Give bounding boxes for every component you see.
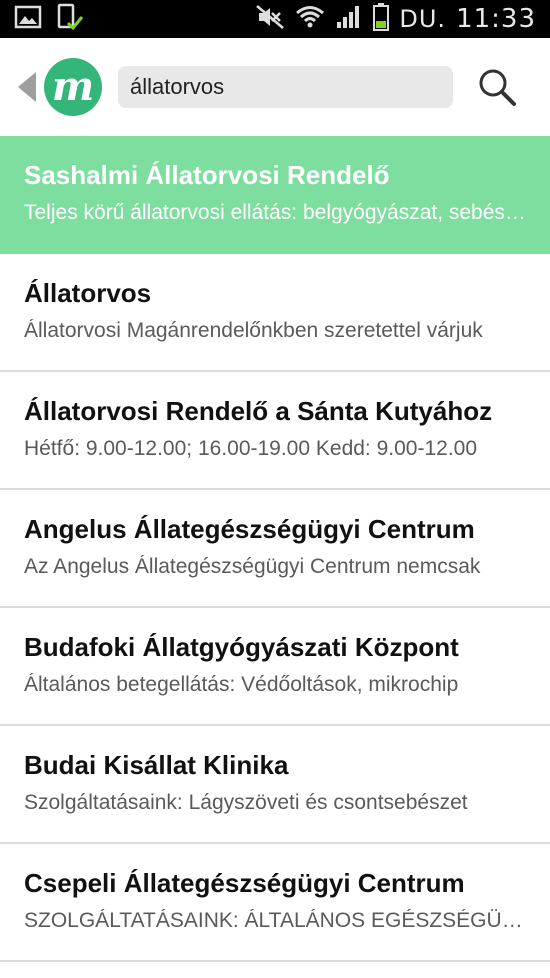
phone-check-icon [56, 3, 84, 36]
item-title: Budai Kisállat Klinika [24, 750, 289, 780]
item-title: Állatorvosi Rendelő a Sánta Kutyához [24, 396, 493, 426]
item-subtitle: Teljes körű állatorvosi ellátás: belgyóg… [24, 201, 526, 224]
list-item[interactable]: Budafoki Állatgyógyászati Központ Általá… [0, 608, 550, 726]
image-icon [14, 5, 42, 34]
item-subtitle: Hétfő: 9.00-12.00; 16.00-19.00 Kedd: 9.0… [24, 437, 478, 460]
item-subtitle: Általános betegellátás: Védőoltások, mik… [24, 673, 459, 696]
clock: 11:33 [456, 4, 536, 34]
battery-icon [373, 2, 390, 36]
list-item[interactable]: Sashalmi Állatorvosi Rendelő Teljes körű… [0, 136, 550, 254]
ampm-label: DU. [399, 5, 447, 33]
list-item[interactable]: Budai Kisállat Klinika Szolgáltatásaink:… [0, 726, 550, 844]
app-bar: m [0, 38, 550, 136]
app-logo-icon: m [44, 58, 102, 116]
search-input[interactable] [118, 66, 453, 108]
item-title: Csepeli Állategészségügyi Centrum [24, 868, 465, 898]
back-chevron-icon [18, 72, 36, 102]
mute-icon [255, 4, 285, 35]
system-indicators: DU. 11:33 [255, 2, 536, 36]
wifi-icon [295, 4, 325, 35]
item-subtitle: Állatorvosi Magánrendelőnkben szeretette… [24, 319, 483, 342]
search-icon [479, 69, 516, 106]
status-bar: DU. 11:33 [0, 0, 550, 38]
signal-icon [335, 4, 363, 35]
list-item[interactable]: Állatorvosi Rendelő a Sánta Kutyához Hét… [0, 372, 550, 490]
item-subtitle: Szolgáltatásaink: Lágyszöveti és csontse… [24, 791, 468, 814]
item-title: Angelus Állategészségügyi Centrum [24, 514, 475, 544]
item-title: Sashalmi Állatorvosi Rendelő [24, 160, 390, 190]
list-item[interactable]: Csepeli Állategészségügyi Centrum SZOLGÁ… [0, 844, 550, 962]
search-button[interactable] [476, 66, 518, 108]
list-item[interactable]: Angelus Állategészségügyi Centrum Az Ang… [0, 490, 550, 608]
item-subtitle: SZOLGÁLTATÁSAINK: ÁLTALÁNOS EGÉSZSÉGÜGYI [24, 909, 526, 932]
notification-icons [14, 3, 84, 36]
up-navigation-button[interactable]: m [18, 58, 102, 116]
item-subtitle: Az Angelus Állategészségügyi Centrum nem… [24, 555, 481, 578]
search-results-list: Sashalmi Állatorvosi Rendelő Teljes körű… [0, 136, 550, 962]
item-title: Állatorvos [24, 278, 152, 308]
list-item[interactable]: Állatorvos Állatorvosi Magánrendelőnkben… [0, 254, 550, 372]
item-title: Budafoki Állatgyógyászati Központ [24, 632, 459, 662]
